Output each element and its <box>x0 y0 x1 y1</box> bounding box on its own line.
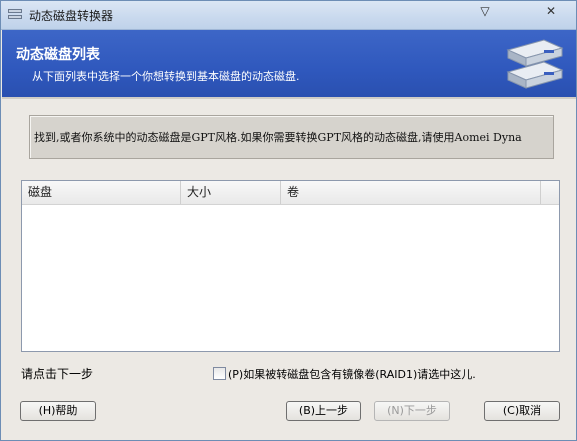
next-button[interactable]: (N)下一步 <box>374 401 450 421</box>
close-icon[interactable]: ✕ <box>539 3 563 19</box>
info-message-bar: 找到,或者你系统中的动态磁盘是GPT风格.如果你需要转换GPT风格的动态磁盘,请… <box>29 115 554 159</box>
disk-conversion-icon <box>506 39 564 89</box>
header-title: 动态磁盘列表 <box>16 47 100 63</box>
window-title: 动态磁盘转换器 <box>29 9 114 23</box>
app-icon <box>8 9 22 19</box>
converter-window: 动态磁盘转换器 ▽ ✕ 动态磁盘列表 从下面列表中选择一个你想转换到基本磁盘的动… <box>0 0 577 441</box>
raid1-checkbox-label[interactable]: (P)如果被转磁盘包含有镜像卷(RAID1)请选中这儿. <box>228 366 476 382</box>
back-button[interactable]: (B)上一步 <box>286 401 361 421</box>
next-step-hint: 请点击下一步 <box>21 367 94 381</box>
header-subtitle: 从下面列表中选择一个你想转换到基本磁盘的动态磁盘. <box>32 70 300 83</box>
list-header: 磁盘 大小 卷 <box>22 181 559 205</box>
cancel-button[interactable]: (C)取消 <box>484 401 560 421</box>
header-separator <box>2 97 576 99</box>
minimize-icon[interactable]: ▽ <box>473 3 497 19</box>
header-banner: 动态磁盘列表 从下面列表中选择一个你想转换到基本磁盘的动态磁盘. <box>2 30 576 97</box>
help-button[interactable]: (H)帮助 <box>20 401 96 421</box>
info-message-text: 找到,或者你系统中的动态磁盘是GPT风格.如果你需要转换GPT风格的动态磁盘,请… <box>34 131 522 144</box>
raid1-checkbox[interactable] <box>213 367 226 380</box>
title-bar[interactable]: 动态磁盘转换器 ▽ ✕ <box>1 1 576 30</box>
dynamic-disk-list[interactable]: 磁盘 大小 卷 <box>21 180 560 352</box>
column-header-size[interactable]: 大小 <box>181 181 281 204</box>
column-header-volume[interactable]: 卷 <box>281 181 541 204</box>
column-header-disk[interactable]: 磁盘 <box>22 181 181 204</box>
